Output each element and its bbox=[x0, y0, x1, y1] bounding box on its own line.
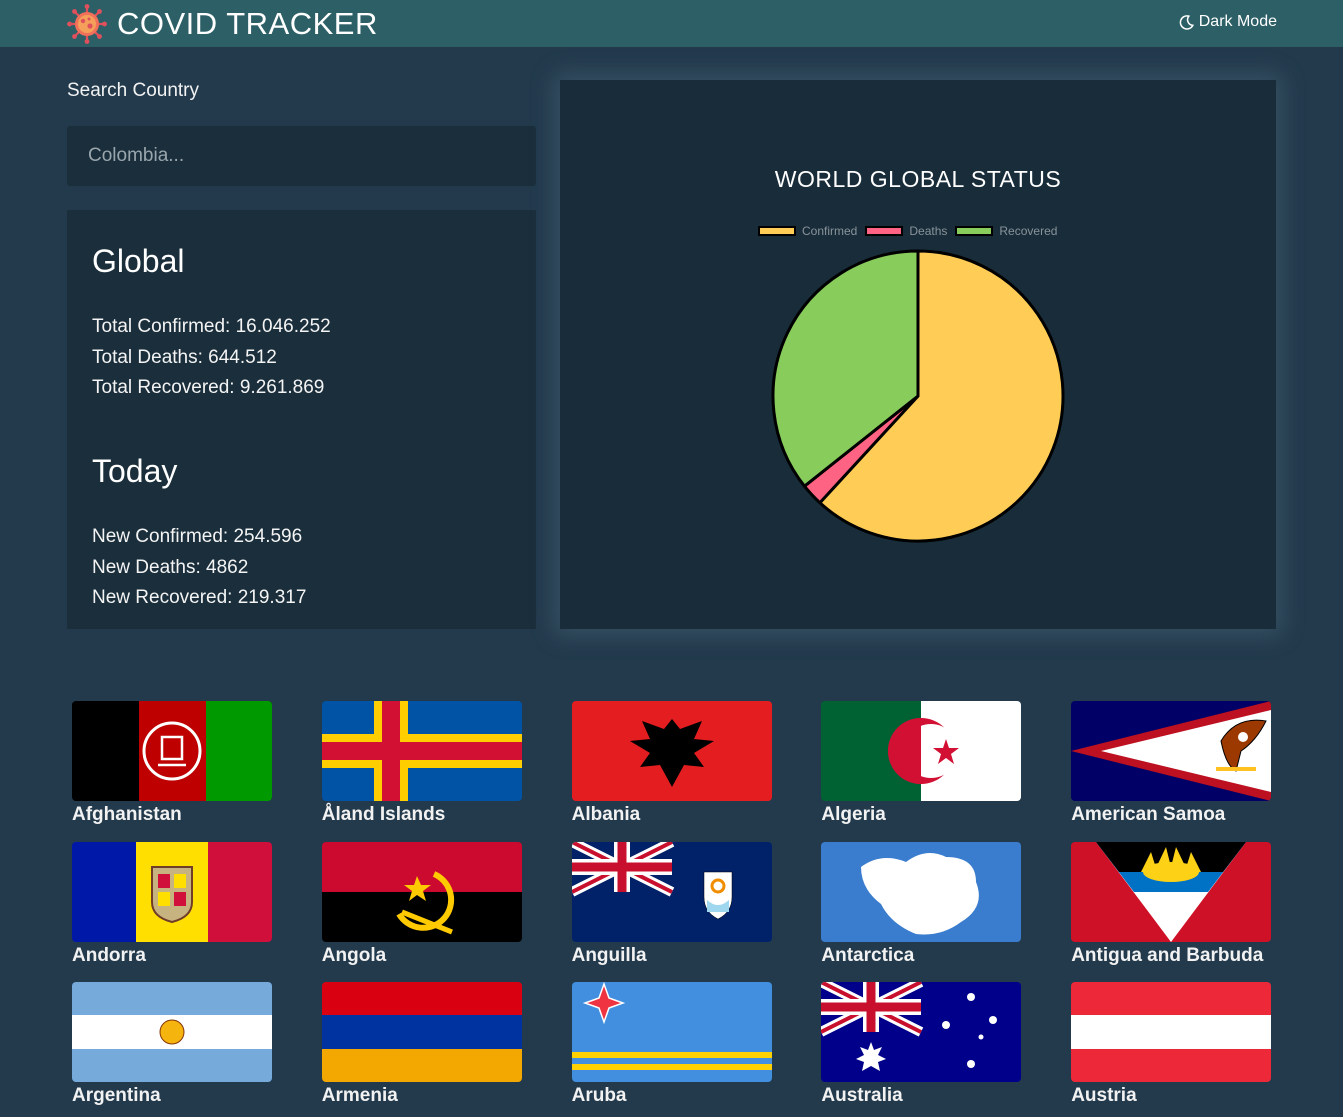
dz-flag-image bbox=[821, 701, 1022, 801]
chart-title: WORLD GLOBAL STATUS bbox=[774, 166, 1062, 192]
country-card[interactable]: Austria bbox=[1071, 982, 1272, 1107]
country-name: Anguilla bbox=[571, 944, 647, 966]
chart-legend: Confirmed Deaths Recovered bbox=[758, 224, 1065, 238]
aw-flag-image bbox=[571, 982, 772, 1082]
global-heading: Global bbox=[92, 243, 185, 279]
country-card[interactable]: Albania bbox=[571, 701, 772, 826]
country-name: Åland Islands bbox=[321, 804, 446, 825]
navbar: COVID TRACKER Dark Mode bbox=[0, 0, 1343, 47]
ar-flag-image bbox=[72, 982, 272, 1082]
country-name: Australia bbox=[821, 1085, 903, 1106]
as-flag-image bbox=[1071, 701, 1272, 801]
country-card[interactable]: Anguilla bbox=[571, 841, 772, 967]
at-flag-image bbox=[1071, 982, 1272, 1082]
moon-icon bbox=[1179, 14, 1194, 30]
legend-item-recovered[interactable]: Recovered bbox=[955, 224, 1057, 238]
country-name: Algeria bbox=[821, 804, 886, 825]
ag-flag-image bbox=[1071, 841, 1272, 942]
au-flag-image bbox=[821, 982, 1022, 1082]
country-card[interactable]: Antarctica bbox=[821, 841, 1022, 967]
legend-swatch bbox=[758, 226, 796, 236]
country-name: Antarctica bbox=[821, 944, 915, 966]
ax-flag-image bbox=[321, 701, 522, 801]
country-card[interactable]: Afghanistan bbox=[72, 701, 272, 826]
country-card[interactable]: American Samoa bbox=[1071, 701, 1272, 826]
country-card[interactable]: Armenia bbox=[321, 982, 522, 1107]
country-name: Armenia bbox=[321, 1085, 398, 1106]
country-name: Argentina bbox=[72, 1085, 161, 1106]
total-confirmed: Total Confirmed: 16.046.252 bbox=[92, 316, 331, 337]
country-card[interactable]: Åland Islands bbox=[321, 701, 522, 826]
am-flag-image bbox=[321, 982, 522, 1082]
country-card[interactable]: Angola bbox=[321, 841, 522, 967]
country-name: Austria bbox=[1071, 1085, 1137, 1106]
legend-item-deaths[interactable]: Deaths bbox=[865, 224, 947, 238]
country-card[interactable]: Australia bbox=[821, 982, 1022, 1107]
ad-flag-image bbox=[72, 841, 272, 942]
country-name: Angola bbox=[321, 944, 387, 966]
al-flag-image bbox=[571, 701, 772, 801]
stats-card: Global Total Confirmed: 16.046.252 Total… bbox=[67, 210, 536, 629]
legend-label: Deaths bbox=[909, 224, 948, 238]
ao-flag-image bbox=[321, 841, 522, 942]
legend-label: Confirmed bbox=[802, 224, 858, 238]
brand[interactable]: COVID TRACKER bbox=[67, 4, 378, 44]
country-name: Antigua and Barbuda bbox=[1071, 944, 1264, 966]
new-confirmed: New Confirmed: 254.596 bbox=[92, 526, 303, 547]
country-name: Aruba bbox=[571, 1085, 627, 1106]
app-title: COVID TRACKER bbox=[117, 6, 378, 41]
ai-flag-image bbox=[571, 841, 772, 942]
af-flag-image bbox=[72, 701, 272, 801]
country-name: Afghanistan bbox=[72, 804, 182, 825]
country-search-input[interactable] bbox=[67, 126, 536, 186]
virus-icon bbox=[67, 4, 107, 44]
total-recovered: Total Recovered: 9.261.869 bbox=[92, 377, 325, 398]
country-card[interactable]: Algeria bbox=[821, 701, 1022, 826]
dark-mode-toggle[interactable]: Dark Mode bbox=[1179, 13, 1277, 31]
search-label: Search Country bbox=[67, 80, 200, 101]
new-recovered: New Recovered: 219.317 bbox=[92, 587, 307, 608]
country-card[interactable]: Aruba bbox=[571, 982, 772, 1107]
country-card[interactable]: Andorra bbox=[72, 841, 272, 967]
country-card[interactable]: Argentina bbox=[72, 982, 272, 1107]
legend-swatch bbox=[865, 226, 904, 236]
legend-label: Recovered bbox=[999, 224, 1058, 238]
country-card[interactable]: Antigua and Barbuda bbox=[1071, 841, 1272, 967]
dark-mode-label: Dark Mode bbox=[1198, 13, 1277, 30]
total-deaths: Total Deaths: 644.512 bbox=[92, 347, 277, 368]
today-heading: Today bbox=[92, 453, 178, 489]
legend-item-confirmed[interactable]: Confirmed bbox=[758, 224, 857, 238]
country-name: Andorra bbox=[72, 944, 146, 966]
new-deaths: New Deaths: 4862 bbox=[92, 557, 249, 578]
aq-flag-image bbox=[821, 841, 1022, 942]
country-name: Albania bbox=[571, 804, 641, 825]
legend-swatch bbox=[955, 226, 994, 236]
country-name: American Samoa bbox=[1071, 804, 1226, 825]
pie-chart bbox=[771, 249, 1065, 543]
chart-card: WORLD GLOBAL STATUS Confirmed Deaths Rec… bbox=[560, 80, 1276, 629]
